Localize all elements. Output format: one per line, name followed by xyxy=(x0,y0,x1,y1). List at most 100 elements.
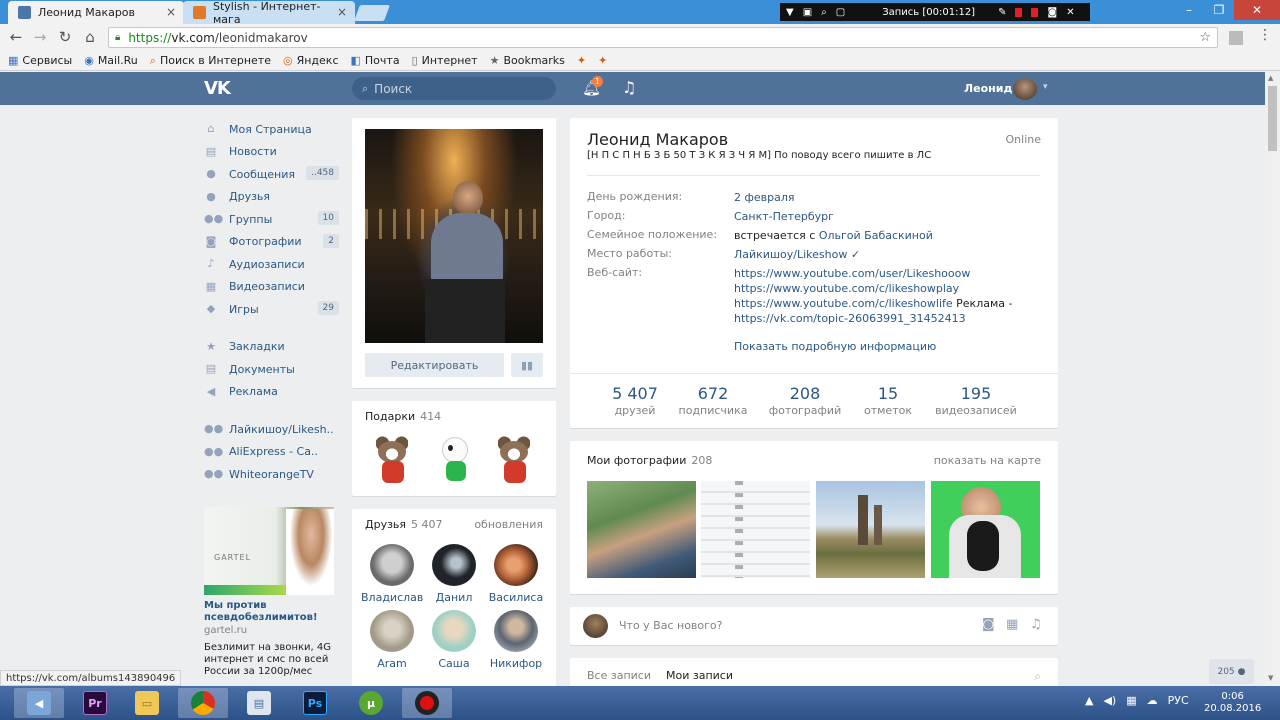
reload-icon[interactable]: ↻ xyxy=(55,28,75,46)
sidebar-item-my-page[interactable]: ⌂ Моя Страница xyxy=(204,118,339,141)
edit-profile-button[interactable]: Редактировать xyxy=(365,353,504,377)
bookmark-star-icon[interactable]: ☆ xyxy=(1199,30,1211,45)
friend-item[interactable]: Никифор xyxy=(485,610,547,670)
friend-item[interactable]: Василиса xyxy=(485,544,547,604)
website-link-4[interactable]: https://vk.com/topic-26063991_31452413 xyxy=(734,312,966,325)
sidebar-item-groups[interactable]: ●● Группы 10 xyxy=(204,208,339,231)
search-input[interactable]: ⌕ Поиск xyxy=(352,77,556,100)
network-icon[interactable]: ▦ xyxy=(1126,694,1136,707)
counter-followers[interactable]: 672 подписчика xyxy=(678,384,748,417)
bookmark-search[interactable]: ⌕ Поиск в Интернете xyxy=(150,54,271,68)
recorder-search-icon[interactable]: ⌕ xyxy=(821,7,827,18)
show-on-map-link[interactable]: показать на карте xyxy=(934,454,1041,467)
search-icon[interactable]: ⌕ xyxy=(1034,669,1041,684)
friend-item[interactable]: Владислав xyxy=(361,544,423,604)
sidebar-item-ads[interactable]: ◀ Реклама xyxy=(204,381,339,404)
sidebar-item-video[interactable]: ▦ Видеозаписи xyxy=(204,276,339,299)
taskbar-explorer[interactable]: ▭ xyxy=(122,688,172,718)
sidebar-item-photos[interactable]: ◙ Фотографии 2 xyxy=(204,231,339,254)
extension-icon[interactable] xyxy=(1229,31,1243,45)
taskbar-audio-app[interactable]: ◀ xyxy=(14,688,64,718)
close-tab-icon[interactable]: × xyxy=(166,5,176,19)
counter-tags[interactable]: 15 отметок xyxy=(860,384,916,417)
sidebar-item-friends[interactable]: ● Друзья xyxy=(204,186,339,209)
music-icon[interactable]: ♫ xyxy=(1030,617,1042,632)
bookmark-bookmarks[interactable]: ★ Bookmarks xyxy=(490,54,565,67)
browser-menu-icon[interactable]: ⋮ xyxy=(1258,27,1272,43)
photo-thumbnail[interactable] xyxy=(931,481,1040,578)
counter-friends[interactable]: 5 407 друзей xyxy=(610,384,660,417)
recorder-menu-icon[interactable]: ▼ xyxy=(786,7,794,18)
sidebar-item-documents[interactable]: ▤ Документы xyxy=(204,358,339,381)
close-window-icon[interactable]: ✕ xyxy=(1234,0,1280,20)
recorder-close-icon[interactable]: ✕ xyxy=(1066,7,1074,18)
sidebar-item-audio[interactable]: ♪ Аудиозаписи xyxy=(204,253,339,276)
recorder-crop-icon[interactable]: ▢ xyxy=(836,7,845,18)
bookmark-mail[interactable]: ◧ Почта xyxy=(351,54,400,67)
profile-status-text[interactable]: [Н П С П Н Б З Б 50 Т З К Я З Ч Я М] По … xyxy=(587,150,931,161)
recorder-stop-icon[interactable] xyxy=(1031,7,1039,17)
taskbar-clock[interactable]: 0:06 20.08.2016 xyxy=(1204,691,1261,715)
friend-item[interactable]: Данил xyxy=(423,544,485,604)
sidebar-item-group-likeshow[interactable]: ●● Лайкишоу/Likesh.. xyxy=(204,418,339,441)
close-tab-icon[interactable]: × xyxy=(337,5,347,19)
taskbar-premiere[interactable]: Pr xyxy=(70,688,120,718)
birthday-link[interactable]: 2 февраля xyxy=(734,190,795,205)
tab-my-posts[interactable]: Мои записи xyxy=(666,669,733,682)
counter-photos[interactable]: 208 фотографий xyxy=(768,384,842,417)
address-bar[interactable]: 🔒︎ https://vk.com/leonidmakarov ☆ xyxy=(108,27,1218,48)
bookmark-mailru[interactable]: ◉ Mail.Ru xyxy=(84,54,138,67)
recorder-window-icon[interactable]: ▣ xyxy=(803,7,812,18)
sidebar-item-bookmarks[interactable]: ★ Закладки xyxy=(204,336,339,359)
sidebar-item-games[interactable]: ◆ Игры 29 xyxy=(204,298,339,321)
recorder-pen-icon[interactable]: ✎ xyxy=(998,7,1006,18)
show-more-info-link[interactable]: Показать подробную информацию xyxy=(734,340,936,353)
friend-item[interactable]: Aram xyxy=(361,610,423,670)
friends-updates-link[interactable]: обновления xyxy=(474,518,543,531)
website-link-3[interactable]: https://www.youtube.com/c/likeshowlife xyxy=(734,297,953,310)
recorder-camera-icon[interactable]: ◙ xyxy=(1047,7,1057,18)
tab-vk-profile[interactable]: Леонид Макаров × xyxy=(8,1,184,24)
work-link[interactable]: Лайкишоу/Likeshow ✓ xyxy=(734,247,860,262)
online-friends-badge[interactable]: 205 ● xyxy=(1209,659,1254,684)
city-link[interactable]: Санкт-Петербург xyxy=(734,209,834,224)
sidebar-item-news[interactable]: ▤ Новости xyxy=(204,141,339,164)
taskbar-chrome[interactable] xyxy=(178,688,228,718)
home-icon[interactable]: ⌂ xyxy=(80,28,100,46)
volume-icon[interactable]: ◀︎) xyxy=(1103,694,1116,707)
friends-header[interactable]: Друзья 5 407 xyxy=(365,518,443,531)
profile-photo[interactable] xyxy=(365,129,543,343)
scroll-down-icon[interactable]: ▼ xyxy=(1268,674,1273,682)
taskbar-utorrent[interactable]: µ xyxy=(346,688,396,718)
video-icon[interactable]: ▦ xyxy=(1006,617,1018,632)
new-post-input[interactable]: Что у Вас нового? xyxy=(619,619,723,632)
gift-dog[interactable] xyxy=(434,433,474,485)
tab-all-posts[interactable]: Все записи xyxy=(587,669,651,682)
maximize-icon[interactable]: ❐ xyxy=(1204,0,1234,20)
weather-icon[interactable]: ☁ xyxy=(1147,694,1158,707)
stats-chart-icon[interactable]: ▮▮ xyxy=(511,353,543,377)
chevron-down-icon[interactable]: ▾ xyxy=(1043,82,1048,92)
recorder-pause-icon[interactable] xyxy=(1015,7,1023,17)
music-icon[interactable]: ♫ xyxy=(622,78,636,97)
friend-item[interactable]: Саша xyxy=(423,610,485,670)
gift-raccoon[interactable] xyxy=(372,433,412,485)
ad-block[interactable]: GARTEL Мы против псевдобезлимитов! garte… xyxy=(204,507,336,678)
bookmark-internet[interactable]: ▯ Интернет xyxy=(412,54,478,67)
new-tab-button[interactable] xyxy=(354,5,390,21)
minimize-icon[interactable]: – xyxy=(1174,0,1204,20)
gift-raccoon[interactable] xyxy=(494,433,534,485)
gifts-header[interactable]: Подарки 414 xyxy=(365,410,441,423)
avatar[interactable] xyxy=(1013,78,1037,100)
bookmark-extra-1[interactable]: ✦ xyxy=(577,54,586,67)
header-user-name[interactable]: Леонид xyxy=(964,82,1012,95)
counter-videos[interactable]: 195 видеозаписей xyxy=(935,384,1017,417)
sidebar-item-group-aliexpress[interactable]: ●● AliExpress - Ca.. xyxy=(204,441,339,464)
photo-thumbnail[interactable] xyxy=(587,481,696,578)
sidebar-item-group-whiteorange[interactable]: ●● WhiteorangeTV xyxy=(204,463,339,486)
tray-expand-icon[interactable]: ▲ xyxy=(1085,694,1093,707)
taskbar-network-app[interactable]: ▤ xyxy=(234,688,284,718)
page-scrollbar[interactable]: ▲ ▼ xyxy=(1265,72,1280,686)
website-link-1[interactable]: https://www.youtube.com/user/Likeshooow xyxy=(734,267,970,280)
scroll-thumb[interactable] xyxy=(1268,86,1277,151)
